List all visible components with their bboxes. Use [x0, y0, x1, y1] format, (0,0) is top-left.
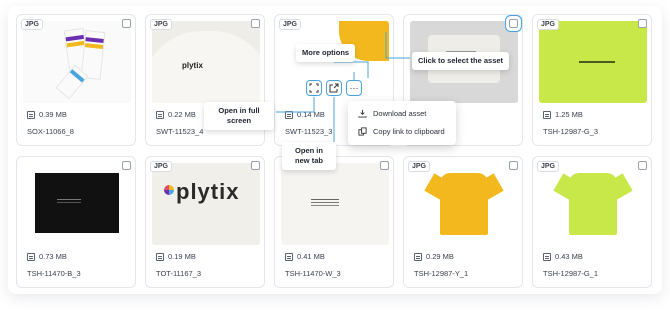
copy-link-icon: [358, 127, 367, 136]
callout-new-tab: Open in new tab: [282, 142, 336, 170]
format-badge: JPG: [408, 161, 431, 172]
file-size: 0.43 MB: [555, 252, 583, 261]
file-icon: [156, 252, 164, 261]
file-size: 0.29 MB: [426, 252, 454, 261]
asset-name: TSH-12987-G_3: [543, 127, 599, 136]
select-checkbox[interactable]: [122, 19, 131, 28]
asset-name: SWT-11523_3: [285, 127, 333, 136]
file-icon: [156, 110, 164, 119]
format-badge: JPG: [537, 19, 560, 30]
format-badge: JPG: [279, 19, 302, 30]
asset-name: TSH-11470-W_3: [285, 269, 341, 278]
file-icon: [27, 252, 35, 261]
format-badge: JPG: [537, 161, 560, 172]
format-badge: JPG: [150, 161, 173, 172]
callout-full-screen: Open in full screen: [204, 102, 274, 130]
asset-name: TSH-12987-Y_1: [414, 269, 469, 278]
file-size: 0.39 MB: [39, 110, 67, 119]
plytix-logo-text: plytix: [182, 61, 203, 70]
file-size: 0.41 MB: [297, 252, 325, 261]
select-checkbox[interactable]: [251, 161, 260, 170]
asset-name: TSH-11470-B_3: [27, 269, 81, 278]
asset-name: TOT-11167_3: [156, 269, 202, 278]
file-size: 0.19 MB: [168, 252, 196, 261]
file-size: 0.14 MB: [297, 110, 325, 119]
fullscreen-button[interactable]: [306, 80, 322, 96]
file-size: 0.73 MB: [39, 252, 67, 261]
file-icon: [543, 252, 551, 261]
asset-card[interactable]: JPG 0.39 MB SOX-11066_8: [16, 14, 136, 146]
file-icon: [543, 110, 551, 119]
asset-name: SOX-11066_8: [27, 127, 74, 136]
file-size: 1.25 MB: [555, 110, 583, 119]
format-badge: JPG: [150, 19, 173, 30]
more-options-button[interactable]: ···: [346, 80, 362, 96]
select-checkbox[interactable]: [638, 19, 647, 28]
asset-card[interactable]: JPG 0.29 MB TSH-12987-Y_1: [403, 156, 523, 288]
select-checkbox[interactable]: [509, 19, 518, 28]
select-checkbox[interactable]: [638, 161, 647, 170]
select-checkbox[interactable]: [251, 19, 260, 28]
asset-name: SWT-11523_4: [156, 127, 204, 136]
plytix-logo-text: plytix: [176, 179, 240, 204]
format-badge: JPG: [21, 19, 44, 30]
more-options-menu: Download asset Copy link to clipboard: [348, 101, 456, 145]
asset-thumbnail: plytix: [152, 163, 260, 245]
asset-thumbnail: plytix: [152, 21, 260, 103]
menu-item-label: Download asset: [373, 109, 427, 118]
file-icon: [285, 110, 293, 119]
asset-thumbnail: [23, 21, 131, 103]
external-link-icon: [329, 83, 339, 93]
asset-name: TSH-12987-G_1: [543, 269, 599, 278]
select-checkbox[interactable]: [509, 161, 518, 170]
fullscreen-icon: [309, 83, 319, 93]
file-icon: [27, 110, 35, 119]
asset-card[interactable]: 0.73 MB TSH-11470-B_3: [16, 156, 136, 288]
callout-select-asset: Click to select the asset: [412, 52, 510, 70]
file-icon: [285, 252, 293, 261]
select-checkbox[interactable]: [380, 161, 389, 170]
open-new-tab-button[interactable]: [326, 80, 342, 96]
asset-thumbnail: [539, 21, 647, 103]
asset-card[interactable]: JPG 0.43 MB TSH-12987-G_1: [532, 156, 652, 288]
asset-card[interactable]: 0.41 MB TSH-11470-W_3: [274, 156, 394, 288]
menu-item-download[interactable]: Download asset: [358, 109, 426, 118]
asset-thumbnail: [539, 163, 647, 245]
asset-thumbnail: [410, 163, 518, 245]
asset-thumbnail: [23, 163, 131, 245]
menu-item-copy-link[interactable]: Copy link to clipboard: [358, 127, 445, 136]
download-icon: [358, 109, 367, 118]
file-icon: [414, 252, 422, 261]
more-options-icon: ···: [349, 83, 359, 93]
menu-item-label: Copy link to clipboard: [373, 127, 445, 136]
asset-card[interactable]: JPG plytix 0.19 MB TOT-11167_3: [145, 156, 265, 288]
select-checkbox[interactable]: [122, 161, 131, 170]
asset-card[interactable]: JPG 1.25 MB TSH-12987-G_3: [532, 14, 652, 146]
asset-thumbnail: [281, 163, 389, 245]
file-size: 0.22 MB: [168, 110, 196, 119]
callout-more-options: More options: [296, 44, 356, 62]
